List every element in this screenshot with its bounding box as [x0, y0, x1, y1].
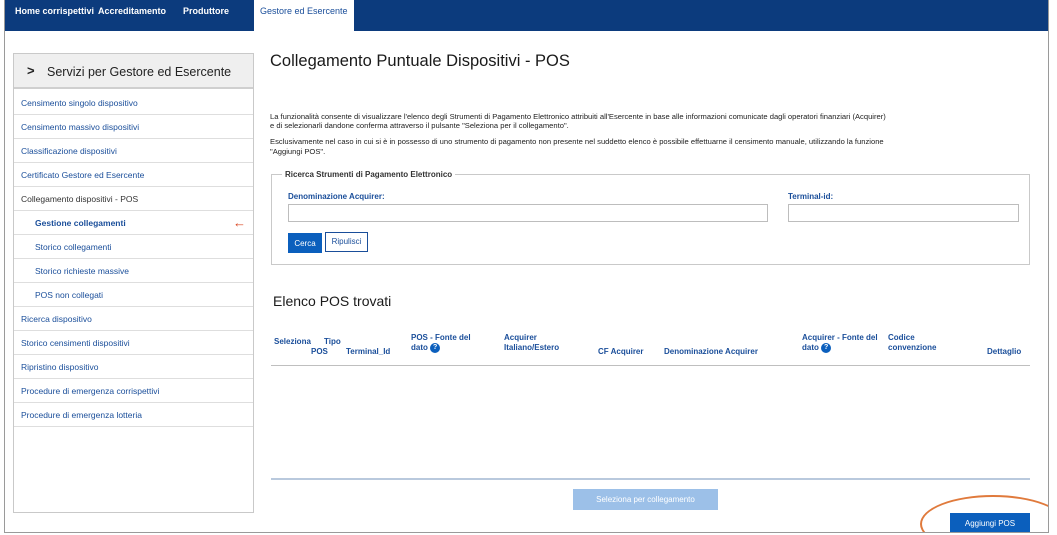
sidebar-item-collegamento-pos[interactable]: Collegamento dispositivi - POS: [14, 187, 253, 211]
top-navigation: Home corrispettivi Accreditamento Produt…: [5, 0, 1048, 31]
tab-home-corrispettivi[interactable]: Home corrispettivi: [15, 0, 94, 22]
column-header-acquirer-fonte-dato[interactable]: Acquirer - Fonte del dato ?: [802, 333, 878, 353]
column-header-terminal-id: Terminal_Id: [346, 347, 391, 356]
acquirer-input[interactable]: [288, 204, 768, 222]
page-title: Collegamento Puntuale Dispositivi - POS: [270, 52, 570, 70]
column-header-denominazione-acquirer: Denominazione Acquirer: [664, 347, 758, 356]
reset-button[interactable]: Ripulisci: [325, 232, 368, 252]
arrow-left-icon: ←: [233, 215, 246, 230]
sidebar-item-storico-collegamenti[interactable]: Storico collegamenti: [14, 235, 253, 259]
sidebar: > Servizi per Gestore ed Esercente Censi…: [13, 53, 254, 513]
acquirer-label: Denominazione Acquirer:: [288, 192, 385, 201]
sidebar-title: Servizi per Gestore ed Esercente: [47, 65, 232, 79]
column-header-codice-convenzione: Codice convenzione: [888, 333, 937, 352]
sidebar-item-certificato[interactable]: Certificato Gestore ed Esercente: [14, 163, 253, 187]
column-header-seleziona: Seleziona: [274, 337, 311, 346]
sidebar-item-emergenza-lotteria[interactable]: Procedure di emergenza lotteria: [14, 403, 253, 427]
terminal-id-label: Terminal-id:: [788, 192, 834, 201]
sidebar-item-gestione-collegamenti[interactable]: Gestione collegamenti ←: [14, 211, 253, 235]
search-panel: Ricerca Strumenti di Pagamento Elettroni…: [271, 170, 1030, 265]
description-line-3: Esclusivamente nel caso in cui si è in p…: [270, 137, 884, 146]
column-header-acquirer-italiano-estero: Acquirer Italiano/Estero: [504, 333, 560, 352]
sidebar-item-ripristino[interactable]: Ripristino dispositivo: [14, 355, 253, 379]
sidebar-item-censimento-singolo[interactable]: Censimento singolo dispositivo: [14, 91, 253, 115]
tab-produttore[interactable]: Produttore: [183, 0, 229, 22]
search-panel-legend: Ricerca Strumenti di Pagamento Elettroni…: [282, 170, 456, 179]
table-header-divider: [271, 365, 1030, 366]
column-header-dettaglio: Dettaglio: [987, 347, 1022, 356]
column-header-cf-acquirer: CF Acquirer: [598, 347, 644, 356]
sidebar-item-censimento-massivo[interactable]: Censimento massivo dispositivi: [14, 115, 253, 139]
select-for-connection-button[interactable]: Seleziona per collegamento: [573, 489, 718, 510]
search-button[interactable]: Cerca: [288, 233, 322, 253]
chevron-right-icon: >: [27, 63, 35, 78]
add-pos-button[interactable]: Aggiungi POS: [950, 513, 1030, 532]
column-header-tipo-pos: Tipo POS: [311, 337, 341, 356]
description-line-4: "Aggiungi POS".: [270, 147, 326, 156]
column-header-pos-fonte-dato[interactable]: POS - Fonte del dato ?: [411, 333, 471, 353]
terminal-id-input[interactable]: [788, 204, 1019, 222]
sidebar-item-storico-censimenti[interactable]: Storico censimenti dispositivi: [14, 331, 253, 355]
sidebar-header: > Servizi per Gestore ed Esercente: [14, 54, 253, 89]
results-title: Elenco POS trovati: [273, 293, 392, 309]
tab-gestore-ed-esercente[interactable]: Gestore ed Esercente: [254, 0, 354, 31]
tab-accreditamento[interactable]: Accreditamento: [98, 0, 166, 22]
description-line-2: e di selezionarli dandone conferma attra…: [270, 121, 569, 130]
sidebar-item-storico-richieste-massive[interactable]: Storico richieste massive: [14, 259, 253, 283]
help-icon[interactable]: ?: [821, 343, 832, 353]
sidebar-item-ricerca-dispositivo[interactable]: Ricerca dispositivo: [14, 307, 253, 331]
sidebar-item-classificazione[interactable]: Classificazione dispositivi: [14, 139, 253, 163]
table-footer-divider: [271, 478, 1030, 480]
help-icon[interactable]: ?: [430, 343, 441, 353]
sidebar-item-emergenza-corrispettivi[interactable]: Procedure di emergenza corrispettivi: [14, 379, 253, 403]
sidebar-item-pos-non-collegati[interactable]: POS non collegati: [14, 283, 253, 307]
sidebar-item-label: Gestione collegamenti: [35, 218, 126, 228]
app-frame: Home corrispettivi Accreditamento Produt…: [4, 0, 1049, 533]
